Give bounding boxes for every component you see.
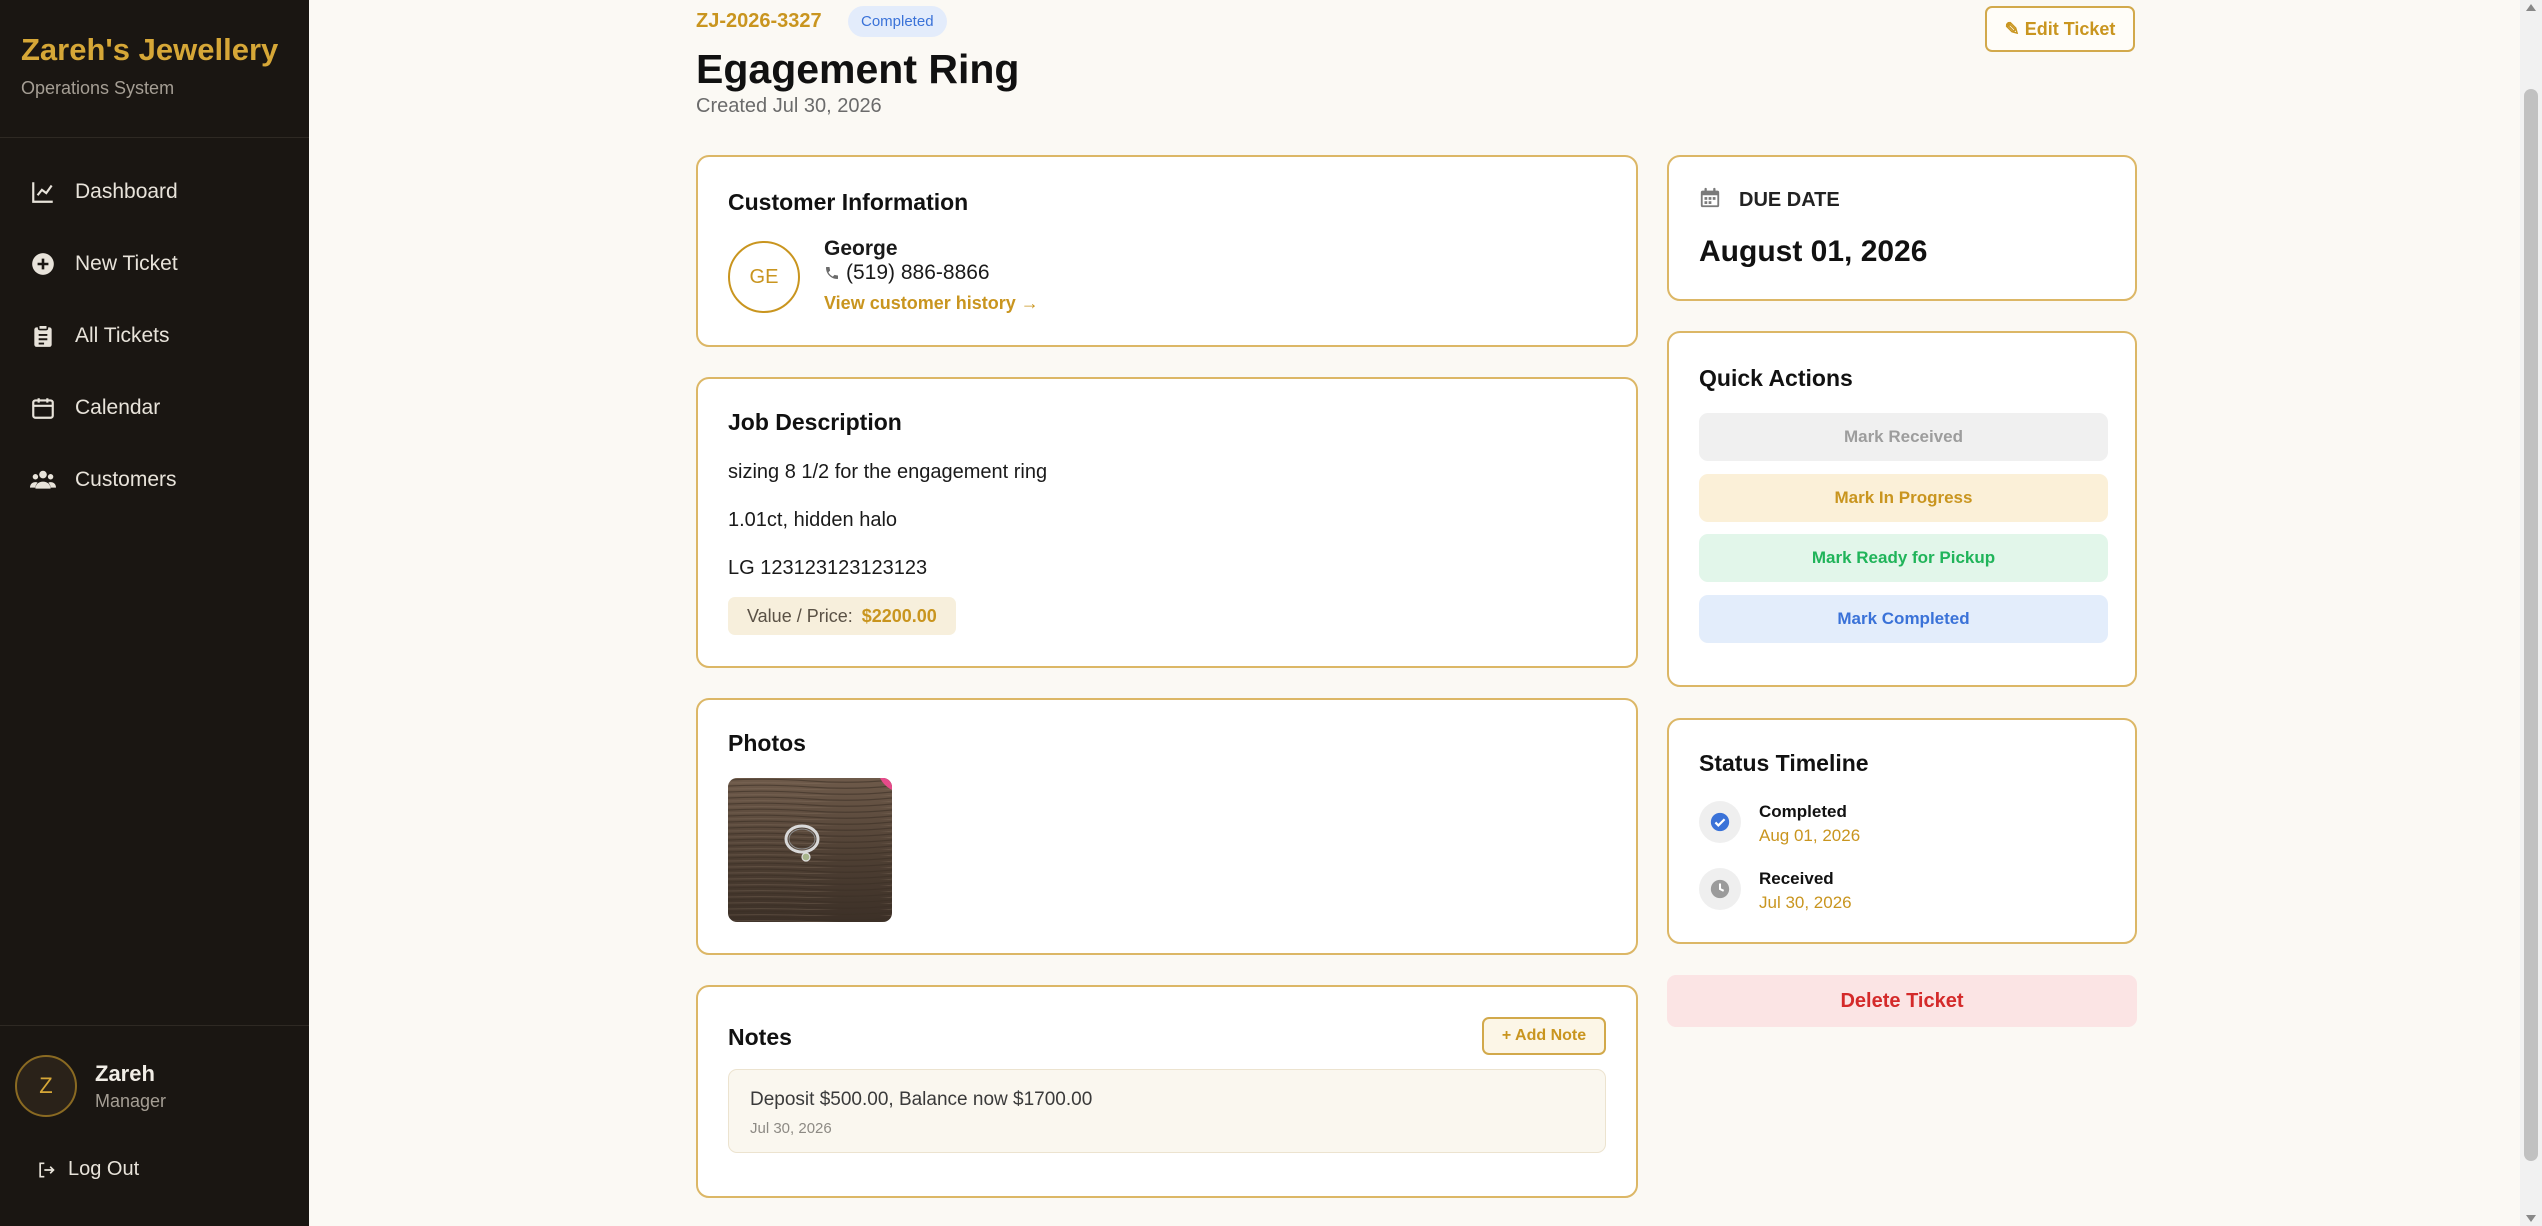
sidebar-divider <box>0 137 309 138</box>
customer-history-link[interactable]: View customer history → <box>824 293 1039 314</box>
sidebar-divider <box>0 1025 309 1026</box>
note-text: Deposit $500.00, Balance now $1700.00 <box>750 1089 1093 1110</box>
mark-in-progress-button[interactable]: Mark In Progress <box>1699 474 2108 522</box>
mark-ready-for-pickup-button[interactable]: Mark Ready for Pickup <box>1699 534 2108 582</box>
sidebar-item-calendar[interactable]: Calendar <box>0 372 309 444</box>
plus-circle-icon <box>32 253 54 275</box>
sidebar-item-all-tickets[interactable]: All Tickets <box>0 300 309 372</box>
status-badge: Completed <box>848 6 947 37</box>
calendar-icon <box>1700 187 1720 208</box>
price-value: $2200.00 <box>861 605 937 626</box>
sidebar-item-dashboard[interactable]: Dashboard <box>0 156 309 228</box>
price-pill: Value / Price: $2200.00 <box>728 597 956 635</box>
sidebar-item-label: All Tickets <box>75 324 170 347</box>
timeline-item-date: Jul 30, 2026 <box>1759 893 1852 912</box>
timeline-item: Received Jul 30, 2026 <box>1699 868 1852 913</box>
sidebar-nav: Dashboard New Ticket All Tickets Calenda… <box>0 156 309 516</box>
check-circle-icon <box>1699 801 1741 843</box>
sidebar-item-label: Calendar <box>75 396 161 419</box>
ring-photo[interactable] <box>728 778 892 922</box>
job-description-line: 1.01ct, hidden halo <box>728 509 898 531</box>
notes-card: Notes + Add Note Deposit $500.00, Balanc… <box>696 985 1638 1198</box>
customer-name: George <box>824 237 898 260</box>
customer-avatar: GE <box>728 241 800 313</box>
timeline-item-date: Aug 01, 2026 <box>1759 826 1861 845</box>
note-date: Jul 30, 2026 <box>750 1120 832 1137</box>
note-item: Deposit $500.00, Balance now $1700.00 Ju… <box>728 1069 1606 1153</box>
due-date-label: DUE DATE <box>1739 189 1840 211</box>
sidebar-item-customers[interactable]: Customers <box>0 444 309 516</box>
user-profile: Z Zareh Manager <box>15 1055 166 1117</box>
page-title: Egagement Ring <box>696 46 1020 92</box>
job-description-line: sizing 8 1/2 for the engagement ring <box>728 461 1048 483</box>
timeline-item: Completed Aug 01, 2026 <box>1699 801 1860 846</box>
created-date: Created Jul 30, 2026 <box>696 95 882 117</box>
edit-ticket-button[interactable]: ✎ Edit Ticket <box>1985 6 2135 52</box>
customer-phone: (519) 886-8866 <box>824 261 990 285</box>
timeline-item-title: Received <box>1759 869 1834 888</box>
ticket-id: ZJ-2026-3327 <box>696 10 822 32</box>
mark-completed-button[interactable]: Mark Completed <box>1699 595 2108 643</box>
clipboard-icon <box>34 324 52 347</box>
users-icon <box>30 470 56 489</box>
scrollbar-thumb[interactable] <box>2524 89 2538 1161</box>
clock-icon <box>1699 868 1741 910</box>
user-role: Manager <box>95 1090 167 1111</box>
job-description-line: LG 123123123123123 <box>728 557 928 579</box>
photos-title: Photos <box>728 730 806 756</box>
timeline-item-title: Completed <box>1759 802 1847 821</box>
due-date-card: DUE DATE August 01, 2026 <box>1667 155 2137 301</box>
photos-card: Photos <box>696 698 1638 955</box>
status-timeline-card: Status Timeline Completed Aug 01, 2026 R… <box>1667 718 2137 944</box>
quick-actions-title: Quick Actions <box>1699 365 1853 391</box>
page-scrollbar[interactable] <box>2520 0 2542 1226</box>
sidebar: Zareh's Jewellery Operations System Dash… <box>0 0 309 1226</box>
job-description-title: Job Description <box>728 409 902 435</box>
scroll-up-icon[interactable] <box>2526 4 2536 11</box>
calendar-icon <box>32 398 54 419</box>
quick-actions-card: Quick Actions Mark Received Mark In Prog… <box>1667 331 2137 687</box>
status-timeline-title: Status Timeline <box>1699 750 1869 776</box>
brand-title: Zareh's Jewellery <box>21 32 279 67</box>
sidebar-item-label: Customers <box>75 468 177 491</box>
sidebar-item-new-ticket[interactable]: New Ticket <box>0 228 309 300</box>
logout-icon <box>39 1162 55 1177</box>
logout-label: Log Out <box>68 1158 140 1180</box>
brand: Zareh's Jewellery Operations System <box>21 32 278 99</box>
customer-phone-text: (519) 886-8866 <box>846 261 990 284</box>
chart-line-icon <box>32 182 53 203</box>
customer-card: Customer Information GE George (519) 886… <box>696 155 1638 347</box>
notes-title: Notes <box>728 1024 792 1050</box>
sidebar-item-label: Dashboard <box>75 180 178 203</box>
add-note-button[interactable]: + Add Note <box>1482 1017 1606 1055</box>
sidebar-item-label: New Ticket <box>75 252 178 275</box>
user-name: Zareh <box>95 1060 155 1086</box>
price-label: Value / Price: <box>747 605 853 626</box>
scroll-down-icon[interactable] <box>2526 1215 2536 1222</box>
brand-subtitle: Operations System <box>21 78 175 98</box>
due-date-value: August 01, 2026 <box>1699 235 1928 268</box>
delete-ticket-button[interactable]: Delete Ticket <box>1667 975 2137 1027</box>
logout-button[interactable]: Log Out <box>36 1158 139 1181</box>
phone-icon <box>826 267 838 279</box>
mark-received-button[interactable]: Mark Received <box>1699 413 2108 461</box>
avatar: Z <box>15 1055 77 1117</box>
customer-card-title: Customer Information <box>728 189 969 215</box>
job-description-card: Job Description sizing 8 1/2 for the eng… <box>696 377 1638 668</box>
